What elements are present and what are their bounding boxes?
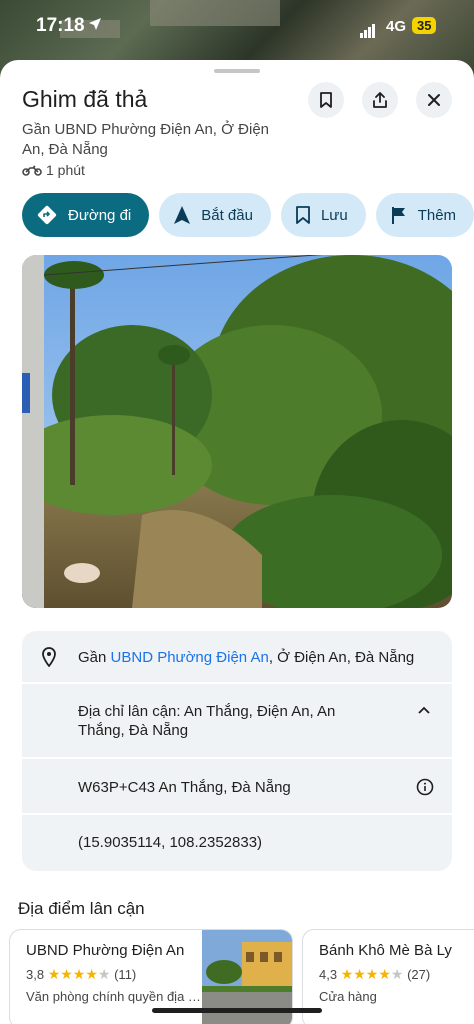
- flag-icon: [391, 207, 405, 224]
- network-label: 4G: [386, 18, 407, 35]
- travel-time-label: 1 phút: [46, 162, 85, 178]
- battery-indicator: 35: [412, 17, 437, 34]
- save-button[interactable]: [308, 82, 344, 118]
- street-view-image: [22, 255, 452, 608]
- location-pin-icon: [42, 647, 56, 667]
- info-icon[interactable]: [416, 778, 434, 796]
- plus-code-text: W63P+C43 An Thắng, Đà Nẵng: [78, 779, 291, 796]
- save-label: Lưu: [320, 206, 348, 224]
- coordinates-row[interactable]: (15.9035114, 108.2352833): [22, 815, 452, 871]
- location-arrow-icon: [89, 18, 101, 30]
- nearby-place-rating: 3,8 ★★★★★ (11): [26, 966, 136, 983]
- empty-stars: ★: [390, 966, 404, 982]
- bookmark-icon: [320, 92, 332, 108]
- nearby-place-card[interactable]: Bánh Khô Mè Bà Ly 4,3 ★★★★★ (27) Cửa hàn…: [302, 929, 474, 1024]
- near-landmark-row[interactable]: Gần UBND Phường Điện An, Ở Điện An, Đà N…: [22, 631, 452, 684]
- directions-icon: [37, 205, 57, 225]
- nearby-place-name: Bánh Khô Mè Bà Ly: [319, 942, 452, 959]
- near-landmark-text: Gần UBND Phường Điện An, Ở Điện An, Đà N…: [78, 648, 414, 667]
- place-title: Ghim đã thả: [22, 86, 148, 112]
- coordinates-text: (15.9035114, 108.2352833): [78, 834, 263, 851]
- nearby-place-name: UBND Phường Điện An: [26, 942, 185, 959]
- nearby-place-rating: 4,3 ★★★★★ (27): [319, 966, 430, 983]
- motorbike-icon: [22, 165, 42, 176]
- chevron-up-icon[interactable]: [418, 706, 430, 714]
- directions-button[interactable]: Đường đi: [22, 193, 150, 237]
- nearby-address-text: Địa chỉ lân cận: An Thắng, Điện An, An T…: [78, 703, 336, 739]
- directions-label: Đường đi: [68, 206, 132, 224]
- close-button[interactable]: [416, 82, 452, 118]
- share-icon: [373, 92, 387, 108]
- add-label: Thêm: [417, 206, 457, 224]
- landmark-link[interactable]: UBND Phường Điện An: [111, 649, 269, 666]
- start-button[interactable]: Bắt đầu: [159, 193, 271, 237]
- review-count: (27): [407, 967, 431, 982]
- empty-stars: ★: [97, 966, 111, 982]
- add-label-button[interactable]: Thêm: [375, 193, 474, 237]
- rating-value: 4,3: [319, 967, 338, 982]
- start-label: Bắt đầu: [201, 206, 253, 224]
- save-chip[interactable]: Lưu: [280, 193, 366, 237]
- street-view-photo[interactable]: [22, 255, 452, 608]
- travel-time: 1 phút: [22, 162, 85, 178]
- navigation-icon: [174, 206, 191, 224]
- home-indicator[interactable]: [152, 1008, 322, 1013]
- nearby-place-category: Văn phòng chính quyền địa phương: [26, 989, 206, 1004]
- share-button[interactable]: [362, 82, 398, 118]
- review-count: (11): [114, 967, 137, 982]
- place-info-list: Gần UBND Phường Điện An, Ở Điện An, Đà N…: [22, 631, 452, 871]
- plus-code-row[interactable]: W63P+C43 An Thắng, Đà Nẵng: [22, 759, 452, 815]
- nearby-address-row[interactable]: Địa chỉ lân cận: An Thắng, Điện An, An T…: [22, 684, 452, 759]
- star-rating-icon: ★★★★★: [48, 966, 111, 982]
- nearby-place-category: Cửa hàng: [319, 989, 377, 1004]
- sheet-drag-handle[interactable]: [214, 69, 260, 73]
- close-icon: [428, 94, 440, 106]
- near-prefix: Gần: [78, 649, 111, 666]
- status-bar: 17:18 4G 35: [0, 0, 474, 52]
- filled-stars: ★★★★: [47, 966, 98, 982]
- signal-icon: [360, 20, 376, 38]
- bookmark-icon: [296, 206, 310, 224]
- action-chips: Đường đi Bắt đầu Lưu Thêm: [22, 193, 474, 239]
- place-subtitle: Gần UBND Phường Điện An, Ở Điện An, Đà N…: [22, 121, 270, 158]
- near-suffix: , Ở Điện An, Đà Nẵng: [268, 649, 415, 666]
- place-sheet: Ghim đã thả Gần UBND Phường Điện An, Ở Đ…: [0, 60, 474, 1024]
- star-rating-icon: ★★★★★: [341, 966, 404, 982]
- nearby-section-title: Địa điểm lân cận: [18, 899, 145, 918]
- status-time: 17:18: [36, 15, 85, 36]
- filled-stars: ★★★★: [340, 966, 391, 982]
- rating-value: 3,8: [26, 967, 45, 982]
